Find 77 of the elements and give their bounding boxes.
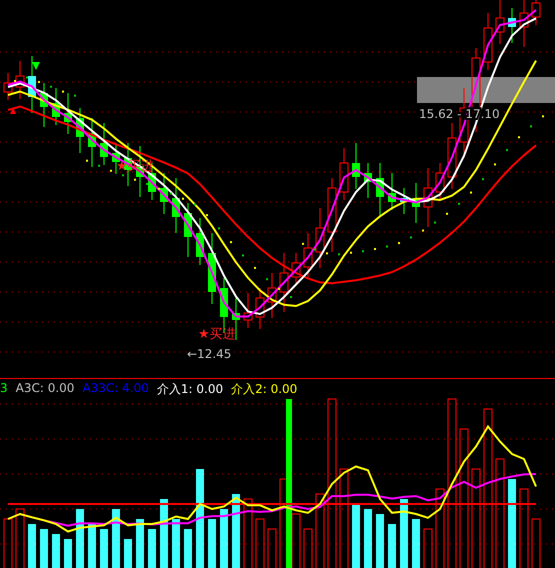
candlestick: [28, 56, 36, 114]
candlestick: [4, 72, 12, 100]
volume-bar: [532, 518, 540, 568]
candlestick: [448, 122, 456, 190]
candlestick: [160, 172, 168, 214]
candlestick: [388, 172, 396, 210]
candlestick: [364, 162, 372, 198]
volume-bar: [364, 509, 372, 568]
candlestick: [172, 178, 180, 234]
volume-bar: [40, 529, 48, 568]
volume-bar: [388, 524, 396, 568]
candlestick: [100, 122, 108, 166]
candlestick: [520, 0, 528, 48]
candlestick: [196, 218, 204, 266]
candlestick: [508, 8, 516, 44]
volume-bar: [352, 504, 360, 568]
candlestick: [256, 288, 264, 330]
volume-bar: [304, 528, 312, 568]
volume-bar: [124, 539, 132, 568]
candlestick: [376, 162, 384, 218]
candlestick: [436, 162, 444, 200]
volume-bar: [52, 534, 60, 568]
candlestick: [400, 188, 408, 214]
low-price-label: ←12.45: [187, 347, 232, 361]
candlestick: [412, 182, 420, 224]
volume-bar: [136, 519, 144, 568]
buy-signal-label: ★买进: [198, 327, 236, 342]
volume-bar: [172, 519, 180, 568]
candlestick: [532, 0, 540, 26]
candlestick: [16, 60, 24, 100]
down-triangle-icon: [32, 62, 40, 70]
candlestick: [52, 88, 60, 126]
legend-item: 介入1: 0.00: [156, 381, 224, 398]
candlestick: [496, 0, 504, 44]
candlestick: [304, 232, 312, 280]
candlestick: [268, 272, 276, 318]
volume-bar: [112, 509, 120, 568]
volume-bar: [412, 519, 420, 568]
candlestick: [64, 92, 72, 134]
volume-bar: [88, 524, 96, 568]
volume-bar: [148, 529, 156, 568]
volume-bar: [256, 518, 264, 568]
volume-bar: [16, 508, 24, 568]
volume-bar: [208, 519, 216, 568]
volume-bar: [268, 528, 276, 568]
candlestick: [88, 118, 96, 168]
candlestick: [340, 148, 348, 200]
volume-bar: [424, 528, 432, 568]
candlestick: [184, 202, 192, 258]
volume-bar: [400, 499, 408, 568]
candlestick: [244, 292, 252, 328]
up-triangle-icon: [10, 107, 16, 114]
candlestick: [292, 252, 300, 286]
volume-bar: [64, 539, 72, 568]
candlestick: [424, 168, 432, 228]
candlestick: [460, 88, 468, 158]
volume-bar: [100, 529, 108, 568]
candlestick: [76, 108, 84, 154]
legend-item: A33C: 4.00: [82, 381, 149, 397]
volume-bar: [28, 524, 36, 568]
volume-bar: [76, 509, 84, 568]
candlestick: [208, 232, 216, 304]
candlestick: [352, 142, 360, 190]
candlestick: [280, 252, 288, 312]
candlestick: [316, 208, 324, 268]
legend-item: 介入2: 0.00: [231, 381, 298, 398]
volume-bar: [184, 529, 192, 568]
volume-bar: [160, 499, 168, 568]
candlestick: [484, 12, 492, 70]
legend-item: 3: [0, 381, 8, 397]
volume-bar: [292, 514, 300, 568]
volume-bar: [220, 509, 228, 568]
legend-item: A3C: 0.00: [16, 381, 74, 397]
volume-bar: [376, 514, 384, 568]
volume-bar: [244, 498, 252, 568]
volume-bar: [4, 518, 12, 568]
candlestick: [40, 82, 48, 128]
